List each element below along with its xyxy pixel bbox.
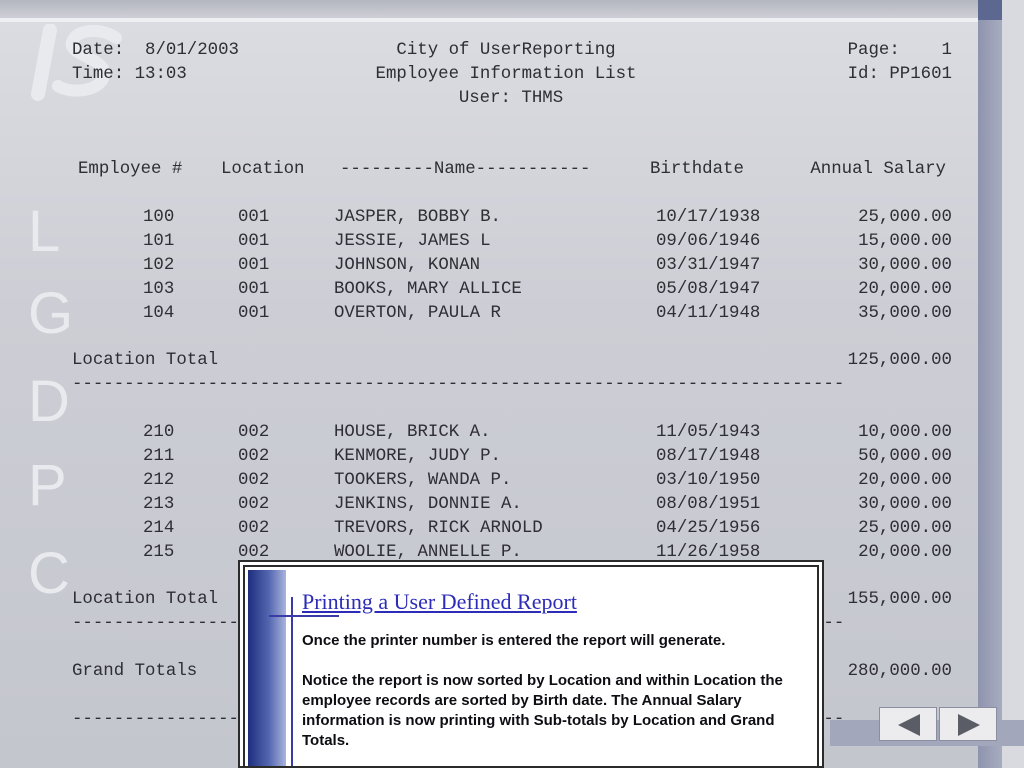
location-cell: 001 <box>238 280 270 299</box>
birthdate-cell: 03/31/1947 <box>656 256 761 275</box>
birthdate-cell: 08/08/1951 <box>656 495 761 514</box>
salary-cell: 50,000.00 <box>858 447 952 466</box>
popup-rule-horizontal <box>269 615 339 617</box>
location-cell: 002 <box>238 423 270 442</box>
report-user: User: THMS <box>458 89 564 108</box>
employee-name-cell: KENMORE, JUDY P. <box>334 447 501 466</box>
birthdate-cell: 08/17/1948 <box>656 447 761 466</box>
salary-cell: 30,000.00 <box>858 495 952 514</box>
right-accent-bar-top <box>978 0 1002 20</box>
watermark-letter: L <box>28 199 61 264</box>
location-total-label: Location Total <box>72 590 219 609</box>
employee-name-cell: OVERTON, PAULA R <box>334 304 501 323</box>
column-header-birthdate: Birthdate <box>650 160 744 179</box>
info-popup: Printing a User Defined Report Once the … <box>243 565 819 768</box>
arrow-left-icon <box>898 714 920 736</box>
logo-watermark <box>20 23 132 102</box>
slide-navigation <box>879 707 999 743</box>
column-header-salary: Annual Salary <box>810 160 946 179</box>
location-cell: 002 <box>238 519 270 538</box>
birthdate-cell: 05/08/1947 <box>656 280 761 299</box>
report-org: City of UserReporting <box>396 41 616 60</box>
report-page: Page: 1 <box>847 41 952 60</box>
salary-cell: 25,000.00 <box>858 208 952 227</box>
column-header-employee: Employee # <box>78 160 183 179</box>
employee-number-cell: 100 <box>143 208 175 227</box>
salary-cell: 20,000.00 <box>858 471 952 490</box>
location-cell: 002 <box>238 447 270 466</box>
report-date: Date: 8/01/2003 <box>72 41 239 60</box>
employee-name-cell: JESSIE, JAMES L <box>334 232 491 251</box>
report-id: Id: PP1601 <box>847 65 952 84</box>
report-title: Employee Information List <box>375 65 637 84</box>
location-cell: 001 <box>238 208 270 227</box>
right-edge <box>1002 0 1024 768</box>
popup-body: Once the printer number is entered the r… <box>302 631 802 766</box>
birthdate-cell: 09/06/1946 <box>656 232 761 251</box>
popup-accent-bar <box>248 570 286 766</box>
employee-number-cell: 101 <box>143 232 175 251</box>
watermark-letter: G <box>28 281 74 346</box>
popup-paragraph: Notice the report is now sorted by Locat… <box>302 672 783 749</box>
popup-paragraph: Once the printer number is entered the r… <box>302 632 726 649</box>
employee-name-cell: JASPER, BOBBY B. <box>334 208 501 227</box>
employee-name-cell: HOUSE, BRICK A. <box>334 423 491 442</box>
salary-cell: 20,000.00 <box>858 280 952 299</box>
employee-name-cell: TOOKERS, WANDA P. <box>334 471 512 490</box>
watermark-letter: P <box>28 453 67 518</box>
birthdate-cell: 04/11/1948 <box>656 304 761 323</box>
employee-number-cell: 210 <box>143 423 175 442</box>
location-cell: 002 <box>238 471 270 490</box>
location-cell: 001 <box>238 256 270 275</box>
birthdate-cell: 10/17/1938 <box>656 208 761 227</box>
birthdate-cell: 04/25/1956 <box>656 519 761 538</box>
employee-number-cell: 102 <box>143 256 175 275</box>
right-accent-bar <box>978 0 1002 768</box>
popup-title: Printing a User Defined Report <box>302 589 577 614</box>
location-cell: 001 <box>238 232 270 251</box>
salary-cell: 10,000.00 <box>858 423 952 442</box>
report-time: Time: 13:03 <box>72 65 187 84</box>
employee-number-cell: 215 <box>143 543 175 562</box>
employee-name-cell: JENKINS, DONNIE A. <box>334 495 522 514</box>
previous-slide-button[interactable] <box>879 707 937 741</box>
location-total-value: 125,000.00 <box>847 351 952 370</box>
salary-cell: 15,000.00 <box>858 232 952 251</box>
location-total-label: Location Total <box>72 351 219 370</box>
column-header-location: Location <box>221 160 305 179</box>
employee-number-cell: 214 <box>143 519 175 538</box>
arrow-right-icon <box>958 714 980 736</box>
employee-name-cell: BOOKS, MARY ALLICE <box>334 280 522 299</box>
employee-number-cell: 103 <box>143 280 175 299</box>
grand-total-label: Grand Totals <box>72 662 198 681</box>
birthdate-cell: 03/10/1950 <box>656 471 761 490</box>
salary-cell: 30,000.00 <box>858 256 952 275</box>
top-frame-line <box>0 18 1024 22</box>
employee-name-cell: TREVORS, RICK ARNOLD <box>334 519 543 538</box>
employee-number-cell: 211 <box>143 447 175 466</box>
location-cell: 001 <box>238 304 270 323</box>
employee-number-cell: 104 <box>143 304 175 323</box>
salary-cell: 25,000.00 <box>858 519 952 538</box>
employee-name-cell: JOHNSON, KONAN <box>334 256 481 275</box>
employee-number-cell: 212 <box>143 471 175 490</box>
salary-cell: 35,000.00 <box>858 304 952 323</box>
popup-rule-vertical <box>291 597 293 766</box>
next-slide-button[interactable] <box>939 707 997 741</box>
employee-number-cell: 213 <box>143 495 175 514</box>
birthdate-cell: 11/05/1943 <box>656 423 761 442</box>
location-cell: 002 <box>238 495 270 514</box>
column-header-name: ---------Name----------- <box>340 160 591 179</box>
separator-line: ----------------------------------------… <box>72 375 845 394</box>
